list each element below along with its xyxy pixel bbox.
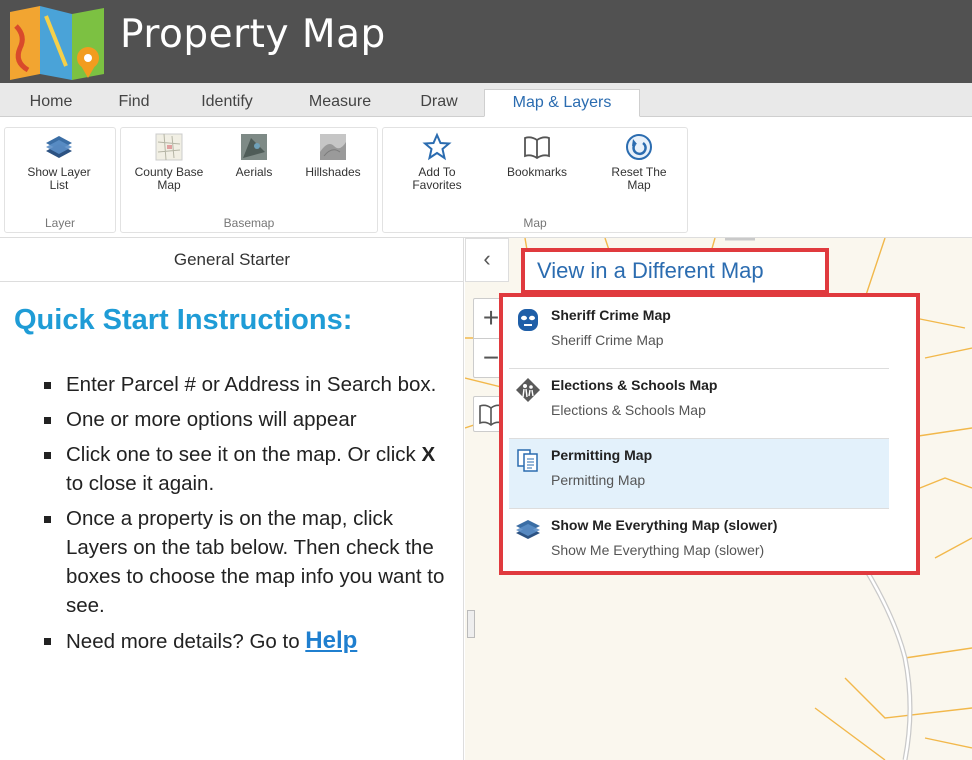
menu-item-title: Elections & Schools Map <box>551 377 718 393</box>
menu-item-show-me-everything-map[interactable]: Show Me Everything Map (slower) Show Me … <box>509 509 889 579</box>
list-item: Enter Parcel # or Address in Search box. <box>40 370 450 399</box>
ribbon-group-basemap: County Base Map Aerials Hillshades Basem… <box>120 127 378 233</box>
tab-map-layers[interactable]: Map & Layers <box>484 89 640 117</box>
menu-item-sheriff-crime-map[interactable]: Sheriff Crime Map Sheriff Crime Map <box>509 299 889 369</box>
tab-find[interactable]: Find <box>108 89 160 117</box>
title-bar: Property Map <box>0 0 972 83</box>
star-icon <box>422 132 452 161</box>
group-label-basemap: Basemap <box>223 216 275 230</box>
map-logo-icon <box>10 6 104 80</box>
add-to-favorites-button[interactable]: Add To Favorites <box>397 132 477 192</box>
ribbon-toolbar: Show Layer List Layer County Base Map Ae… <box>0 117 972 238</box>
map-options-menu: Sheriff Crime Map Sheriff Crime Map Elec… <box>499 293 920 575</box>
group-label-layer: Layer <box>44 216 76 230</box>
map-view[interactable]: ‹ + − View in a Different Map Sheriff Cr… <box>465 238 972 760</box>
group-label-map: Map <box>523 216 547 230</box>
menu-item-subtitle: Sheriff Crime Map <box>551 332 664 348</box>
tab-home[interactable]: Home <box>18 89 84 117</box>
app-title: Property Map <box>120 12 386 57</box>
ribbon-tabs: Home Find Identify Measure Draw Map & La… <box>0 83 972 117</box>
menu-item-subtitle: Permitting Map <box>551 472 646 488</box>
bookmarks-button[interactable]: Bookmarks <box>495 132 579 179</box>
chevron-left-icon: ‹ <box>483 246 491 271</box>
list-item: Click one to see it on the map. Or click… <box>40 440 450 498</box>
menu-item-title: Permitting Map <box>551 447 653 463</box>
hillshades-thumbnail <box>320 134 346 160</box>
menu-item-subtitle: Show Me Everything Map (slower) <box>551 542 765 558</box>
show-layer-list-button[interactable]: Show Layer List <box>7 132 111 192</box>
help-link[interactable]: Help <box>305 627 357 654</box>
school-crossing-icon <box>516 378 540 402</box>
menu-item-title: Show Me Everything Map (slower) <box>551 517 778 533</box>
sheriff-mask-icon <box>518 309 538 331</box>
tab-draw[interactable]: Draw <box>406 89 472 117</box>
menu-item-elections-schools-map[interactable]: Elections & Schools Map Elections & Scho… <box>509 369 889 439</box>
tab-identify[interactable]: Identify <box>182 89 272 117</box>
reset-icon <box>626 134 652 160</box>
book-icon <box>524 136 550 160</box>
aerials-button[interactable]: Aerials <box>219 132 289 179</box>
documents-icon <box>517 449 538 472</box>
list-item: Need more details? Go to Help <box>40 626 450 656</box>
aerials-thumbnail <box>241 134 267 160</box>
view-different-map-header: View in a Different Map <box>521 248 829 294</box>
hillshades-button[interactable]: Hillshades <box>293 132 373 179</box>
collapse-panel-button[interactable]: ‹ <box>465 238 509 282</box>
left-panel: General Starter Quick Start Instructions… <box>0 238 464 760</box>
ribbon-group-map: Add To Favorites Bookmarks Reset The Map <box>382 127 688 233</box>
panel-resize-handle[interactable] <box>467 610 475 638</box>
list-item: One or more options will appear <box>40 405 450 434</box>
panel-header: General Starter <box>0 238 464 282</box>
reset-the-map-button[interactable]: Reset The Map <box>597 132 681 192</box>
ribbon-group-layer: Show Layer List Layer <box>4 127 116 233</box>
menu-item-permitting-map[interactable]: Permitting Map Permitting Map <box>509 439 889 509</box>
app-window: Property Map Home Find Identify Measure … <box>0 0 972 760</box>
instructions-list: Enter Parcel # or Address in Search box.… <box>40 370 450 662</box>
menu-item-subtitle: Elections & Schools Map <box>551 402 706 418</box>
county-base-map-thumbnail <box>155 133 183 161</box>
layers-icon <box>516 520 540 539</box>
list-item: Once a property is on the map, click Lay… <box>40 504 450 620</box>
view-different-map-title: View in a Different Map <box>537 258 764 283</box>
county-base-map-button[interactable]: County Base Map <box>127 132 211 192</box>
layers-icon <box>46 136 72 158</box>
tab-measure[interactable]: Measure <box>290 89 390 117</box>
quick-start-title: Quick Start Instructions: <box>14 304 353 336</box>
menu-item-title: Sheriff Crime Map <box>551 307 671 323</box>
